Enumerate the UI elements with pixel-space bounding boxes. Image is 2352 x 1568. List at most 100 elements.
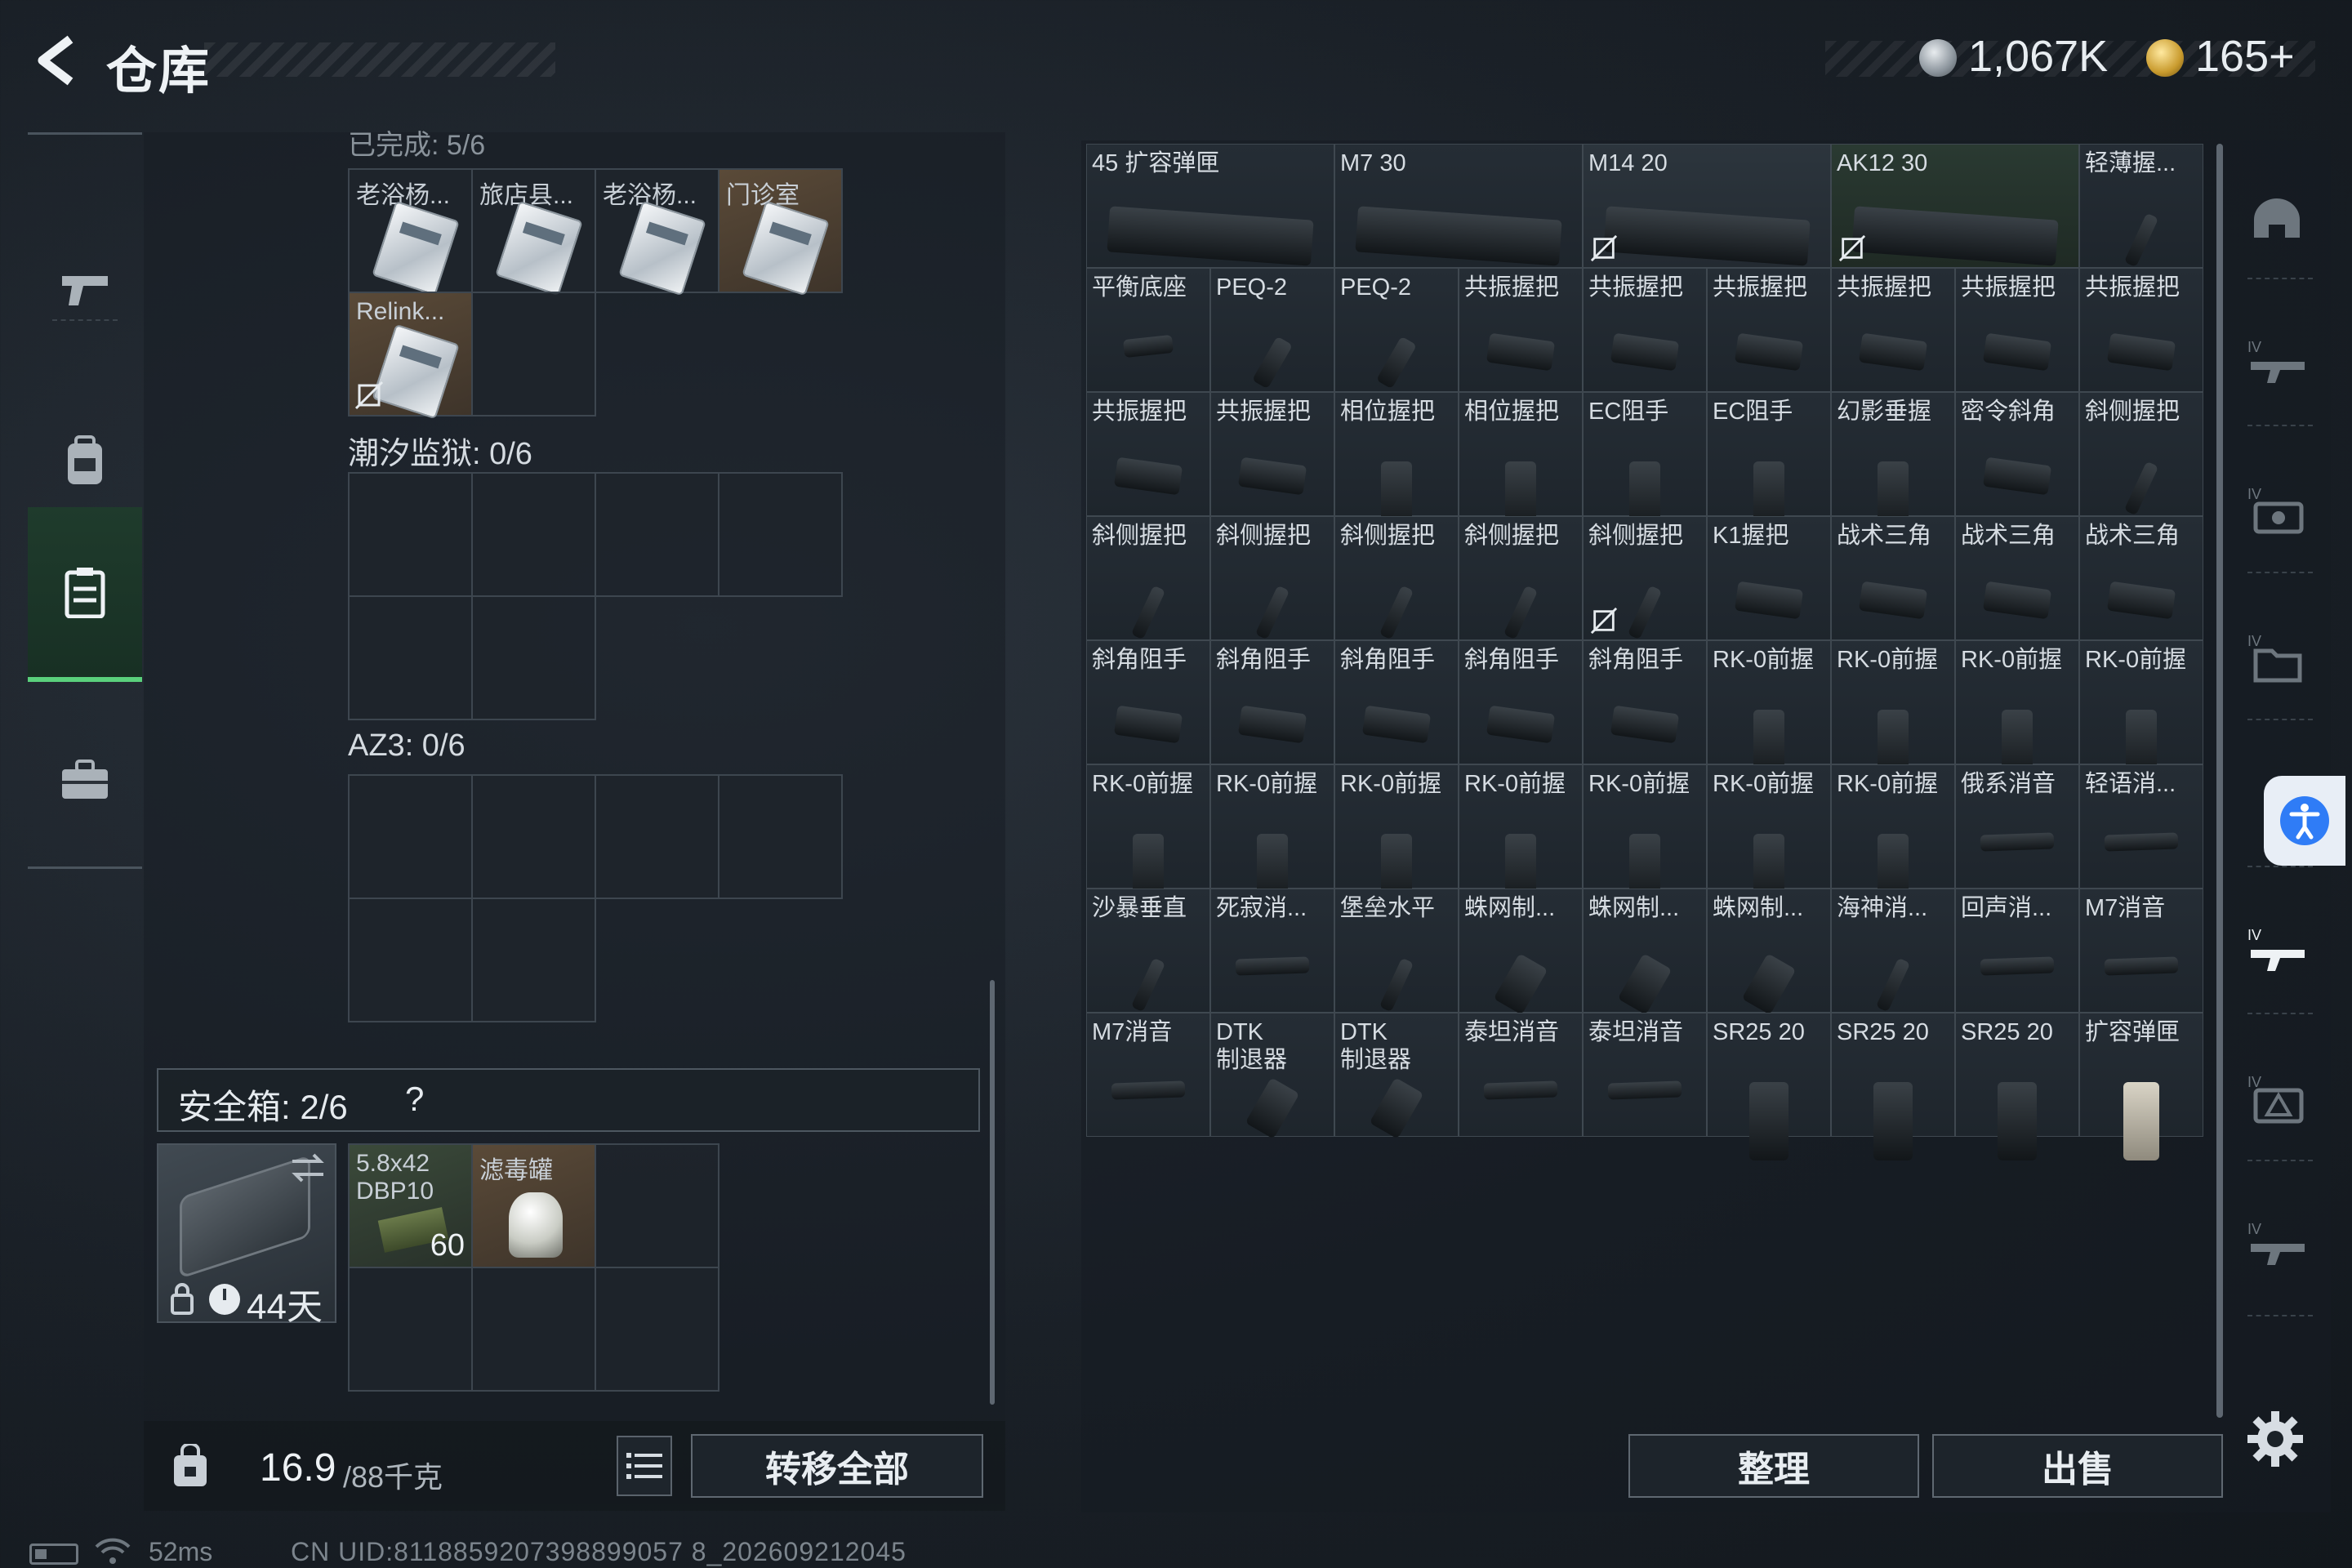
item-cell[interactable]: EC阻手 <box>1583 392 1707 532</box>
item-cell[interactable]: 共振握把 <box>1583 268 1707 392</box>
empty-slot[interactable] <box>595 1143 719 1268</box>
sell-button[interactable]: 出售 <box>1932 1434 2223 1498</box>
item-cell[interactable]: 俄系消音 <box>1955 764 2079 889</box>
item-cell[interactable]: 轻语消... <box>2079 764 2203 889</box>
item-cell[interactable]: 幻影垂握 <box>1831 392 1955 532</box>
item-cell[interactable]: 死寂消... <box>1210 889 1334 1013</box>
item-cell[interactable]: 斜角阻手 <box>1583 640 1707 764</box>
item-cell[interactable]: DTK 制退器 <box>1334 1013 1459 1139</box>
empty-slot[interactable] <box>471 292 596 416</box>
item-cell[interactable]: RK-0前握 <box>1210 764 1334 904</box>
item-cell[interactable]: 斜侧握把 <box>2079 392 2203 516</box>
collectible-card-slot[interactable]: Relink... <box>348 292 473 420</box>
item-cell[interactable]: 斜角阻手 <box>1334 640 1459 764</box>
empty-slot[interactable] <box>595 472 719 597</box>
item-cell[interactable]: RK-0前握 <box>1831 764 1955 904</box>
item-cell[interactable]: 斜角阻手 <box>1086 640 1210 764</box>
empty-slot[interactable] <box>348 472 473 597</box>
item-cell[interactable]: 45 扩容弹匣 <box>1086 144 1334 268</box>
item-cell[interactable]: 共振握把 <box>1086 392 1210 516</box>
item-cell[interactable]: 轻薄握... <box>2079 144 2203 268</box>
item-cell[interactable]: 相位握把 <box>1459 392 1583 532</box>
item-cell[interactable]: 堡垒水平 <box>1334 889 1459 1013</box>
item-cell[interactable]: 战术三角 <box>2079 516 2203 640</box>
item-cell[interactable]: RK-0前握 <box>1831 640 1955 780</box>
empty-slot[interactable] <box>718 774 843 899</box>
gold-amount[interactable]: 165+ <box>2195 31 2295 82</box>
item-cell[interactable]: 共振握把 <box>1955 268 2079 392</box>
empty-slot[interactable] <box>595 1267 719 1392</box>
item-cell[interactable]: 扩容弹匣 <box>2079 1013 2203 1160</box>
item-cell[interactable]: 战术三角 <box>1955 516 2079 640</box>
empty-slot[interactable] <box>471 898 596 1022</box>
container-scrollbar[interactable] <box>990 980 995 1405</box>
item-cell[interactable]: M7 30 <box>1334 144 1583 268</box>
accessibility-button[interactable] <box>2264 776 2345 866</box>
item-cell[interactable]: RK-0前握 <box>1707 640 1831 780</box>
item-cell[interactable]: PEQ-2 <box>1210 268 1334 392</box>
collectible-card-slot[interactable]: 门诊室 <box>718 168 843 296</box>
item-cell[interactable]: 海神消... <box>1831 889 1955 1013</box>
item-cell[interactable]: RK-0前握 <box>2079 640 2203 780</box>
item-cell[interactable]: RK-0前握 <box>1955 640 2079 780</box>
tier4-rifle-active-tab[interactable]: IV <box>2238 898 2319 1004</box>
empty-slot[interactable] <box>471 595 596 720</box>
item-cell[interactable]: 沙暴垂直 <box>1086 889 1210 1013</box>
item-cell[interactable]: 蛛网制... <box>1707 889 1831 1015</box>
item-cell[interactable]: 泰坦消音 <box>1459 1013 1583 1137</box>
weapon-tab[interactable] <box>28 208 142 372</box>
empty-slot[interactable] <box>471 472 596 597</box>
item-cell[interactable]: 战术三角 <box>1831 516 1955 640</box>
empty-slot[interactable] <box>718 472 843 597</box>
empty-slot[interactable] <box>348 1267 473 1392</box>
item-cell[interactable]: 共振握把 <box>1707 268 1831 392</box>
helmet-tab[interactable] <box>2238 165 2319 271</box>
item-cell[interactable]: 斜侧握把 <box>1210 516 1334 640</box>
item-cell[interactable]: 斜侧握把 <box>1459 516 1583 640</box>
tier4-file-tab[interactable]: IV <box>2238 604 2319 710</box>
item-cell[interactable]: 平衡底座 <box>1086 268 1210 392</box>
swap-icon[interactable] <box>287 1152 328 1184</box>
empty-slot[interactable] <box>471 774 596 899</box>
collectible-card-slot[interactable]: 老浴杨... <box>595 168 719 296</box>
item-cell[interactable]: M7消音 <box>1086 1013 1210 1137</box>
item-cell[interactable]: RK-0前握 <box>1086 764 1210 904</box>
item-cell[interactable]: 共振握把 <box>1459 268 1583 392</box>
sort-button[interactable]: 整理 <box>1628 1434 1919 1498</box>
item-cell[interactable]: SR25 20 <box>1831 1013 1955 1160</box>
list-view-button[interactable] <box>617 1436 672 1496</box>
tier4-case-tab[interactable]: IV <box>2238 457 2319 564</box>
item-cell[interactable]: M7消音 <box>2079 889 2203 1013</box>
empty-slot[interactable] <box>595 774 719 899</box>
item-cell[interactable]: 斜角阻手 <box>1210 640 1334 764</box>
warehouse-scrollbar[interactable] <box>2216 144 2223 1418</box>
item-cell[interactable]: SR25 20 <box>1707 1013 1831 1160</box>
item-cell[interactable]: 蛛网制... <box>1459 889 1583 1015</box>
item-cell[interactable]: 斜侧握把 <box>1334 516 1459 640</box>
item-cell[interactable]: 相位握把 <box>1334 392 1459 532</box>
item-cell[interactable]: K1握把 <box>1707 516 1831 640</box>
item-cell[interactable]: 斜角阻手 <box>1459 640 1583 764</box>
item-cell[interactable]: PEQ-2 <box>1334 268 1459 392</box>
tier4-triangle-tab[interactable]: IV <box>2238 1045 2319 1152</box>
case-tab[interactable] <box>28 698 142 862</box>
empty-slot[interactable] <box>471 1267 596 1392</box>
settings-button[interactable] <box>2244 1408 2306 1470</box>
item-cell[interactable]: 斜侧握把 <box>1086 516 1210 640</box>
item-cell[interactable]: SR25 20 <box>1955 1013 2079 1160</box>
tier4-rifle-tab[interactable]: IV <box>2238 310 2319 416</box>
item-cell[interactable]: 密令斜角 <box>1955 392 2079 516</box>
collectible-card-slot[interactable]: 老浴杨... <box>348 168 473 296</box>
empty-slot[interactable] <box>348 595 473 720</box>
storage-tab[interactable] <box>28 507 142 682</box>
transfer-all-button[interactable]: 转移全部 <box>691 1434 983 1498</box>
item-cell[interactable]: 共振握把 <box>1831 268 1955 392</box>
ammo-slot[interactable]: 5.8x42 DBP10 60 <box>348 1143 473 1268</box>
item-cell[interactable]: RK-0前握 <box>1334 764 1459 904</box>
tier4-gun-tab[interactable]: IV <box>2238 1192 2319 1298</box>
item-cell[interactable]: 蛛网制... <box>1583 889 1707 1015</box>
empty-slot[interactable] <box>348 774 473 899</box>
item-cell[interactable]: 共振握把 <box>2079 268 2203 392</box>
item-cell[interactable]: 泰坦消音 <box>1583 1013 1707 1137</box>
item-cell[interactable]: 斜侧握把 <box>1583 516 1707 640</box>
